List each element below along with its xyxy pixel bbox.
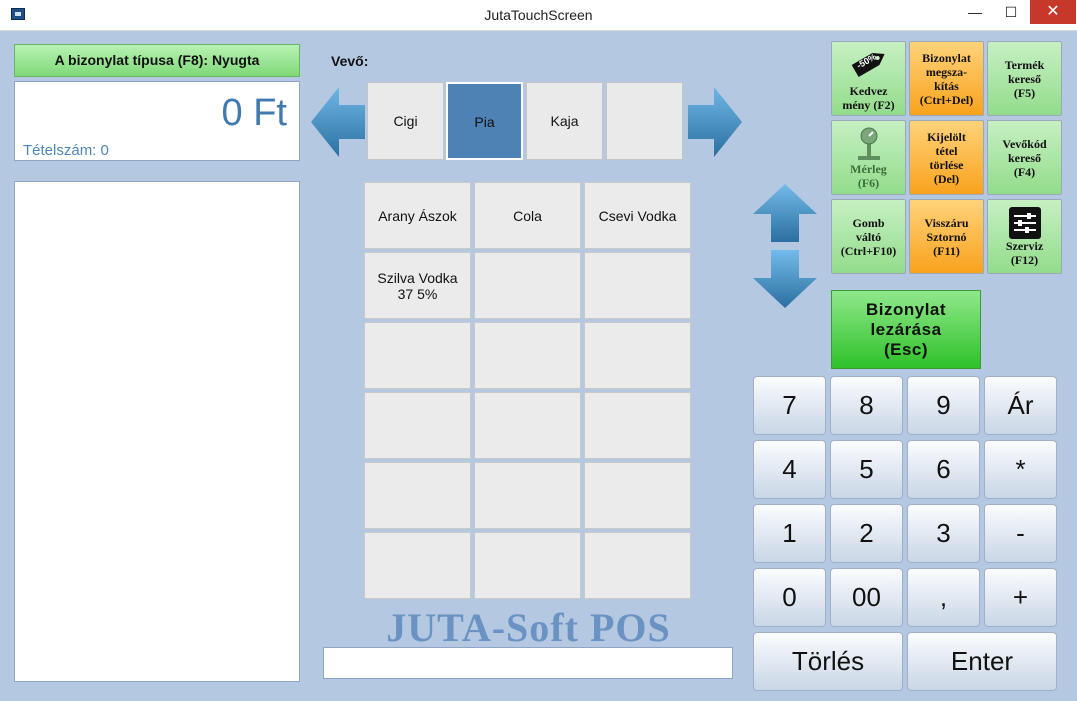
price-key[interactable]: Ár (984, 376, 1057, 435)
product-button[interactable] (364, 462, 471, 529)
product-button[interactable] (584, 322, 691, 389)
product-search-button[interactable]: Termék kereső (F5) (987, 41, 1062, 116)
document-type-button[interactable]: A bizonylat típusa (F8): Nyugta (14, 44, 300, 77)
product-button[interactable]: Csevi Vodka (584, 182, 691, 249)
product-button[interactable]: Cola (474, 182, 581, 249)
storno-button[interactable]: Visszáru Sztornó (F11) (909, 199, 984, 274)
maximize-button[interactable]: ☐ (994, 0, 1028, 24)
product-button[interactable] (364, 392, 471, 459)
cancel-document-button[interactable]: Bizonylat megsza- kítás (Ctrl+Del) (909, 41, 984, 116)
numpad-key[interactable]: 00 (830, 568, 903, 627)
product-button[interactable] (584, 532, 691, 599)
close-button[interactable]: ✕ (1030, 0, 1076, 24)
total-display: 0 Ft Tételszám: 0 (14, 81, 300, 161)
enter-key[interactable]: Enter (907, 632, 1057, 691)
plus-key[interactable]: + (984, 568, 1057, 627)
category-button[interactable]: Kaja (526, 82, 603, 160)
product-button[interactable] (584, 462, 691, 529)
numpad-key[interactable]: 3 (907, 504, 980, 563)
numpad-key[interactable]: 6 (907, 440, 980, 499)
product-button[interactable] (364, 532, 471, 599)
multiply-key[interactable]: * (984, 440, 1057, 499)
product-button[interactable] (584, 252, 691, 319)
minus-key[interactable]: - (984, 504, 1057, 563)
product-button[interactable] (364, 322, 471, 389)
product-button[interactable] (474, 392, 581, 459)
numpad-key[interactable]: 7 (753, 376, 826, 435)
item-count: Tételszám: 0 (23, 142, 109, 159)
numpad-key[interactable]: 4 (753, 440, 826, 499)
sliders-icon (1008, 206, 1041, 239)
title-bar: JutaTouchScreen — ☐ ✕ (0, 0, 1077, 31)
numpad-key[interactable]: 9 (907, 376, 980, 435)
total-amount: 0 Ft (221, 92, 287, 134)
close-document-button[interactable]: Bizonylat lezárása (Esc) (831, 290, 981, 369)
minimize-button[interactable]: — (958, 0, 992, 24)
discount-button[interactable]: -50% Kedvez mény (F2) (831, 41, 906, 116)
switch-buttons-button[interactable]: Gomb váltó (Ctrl+F10) (831, 199, 906, 274)
service-button[interactable]: Szerviz (F12) (987, 199, 1062, 274)
barcode-input[interactable] (323, 647, 733, 679)
scale-button[interactable]: Mérleg (F6) (831, 120, 906, 195)
numpad-key[interactable]: 8 (830, 376, 903, 435)
scroll-down-arrow-icon[interactable] (753, 250, 817, 308)
customer-search-button[interactable]: Vevőkód kereső (F4) (987, 120, 1062, 195)
product-button[interactable] (474, 532, 581, 599)
numpad-key[interactable]: 2 (830, 504, 903, 563)
delete-item-button[interactable]: Kijelölt tétel törlése (Del) (909, 120, 984, 195)
scroll-up-arrow-icon[interactable] (753, 184, 817, 242)
window-title: JutaTouchScreen (484, 7, 593, 23)
product-button[interactable] (474, 462, 581, 529)
numpad-key[interactable]: 5 (830, 440, 903, 499)
category-button[interactable]: Cigi (367, 82, 444, 160)
product-button[interactable] (474, 252, 581, 319)
category-button[interactable]: Pia (446, 82, 523, 160)
comma-key[interactable]: , (907, 568, 980, 627)
product-button[interactable] (474, 322, 581, 389)
receipt-items-list[interactable] (14, 181, 300, 682)
category-button[interactable] (606, 82, 683, 160)
brand-logo-text: JUTA-Soft POS (386, 605, 671, 650)
product-button[interactable]: Arany Ászok (364, 182, 471, 249)
customer-label: Vevő: (331, 53, 369, 69)
clear-key[interactable]: Törlés (753, 632, 903, 691)
scale-icon (857, 127, 880, 160)
numpad-key[interactable]: 1 (753, 504, 826, 563)
category-prev-arrow-icon[interactable] (311, 87, 365, 157)
product-button[interactable] (584, 392, 691, 459)
numpad-key[interactable]: 0 (753, 568, 826, 627)
category-next-arrow-icon[interactable] (688, 87, 742, 157)
product-button[interactable]: Szilva Vodka 37 5% (364, 252, 471, 319)
